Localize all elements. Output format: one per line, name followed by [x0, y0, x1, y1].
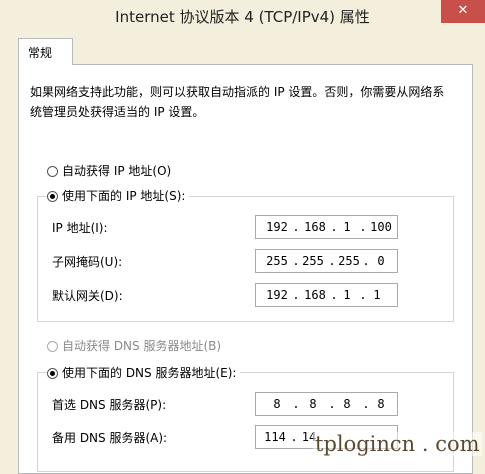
radio-manual-dns[interactable] — [47, 368, 58, 379]
radio-auto-ip-label: 自动获得 IP 地址(O) — [62, 164, 172, 178]
close-icon: ✕ — [457, 3, 469, 18]
ip-address-label: IP 地址(I): — [52, 221, 108, 235]
window-title: Internet 协议版本 4 (TCP/IPv4) 属性 — [115, 8, 370, 26]
description-text: 如果网络支持此功能，则可以获取自动指派的 IP 设置。否则，你需要从网络系统管理… — [30, 85, 445, 119]
radio-manual-ip-row[interactable]: 使用下面的 IP 地址(S): — [47, 188, 190, 204]
radio-manual-dns-row[interactable]: 使用下面的 DNS 服务器地址(E): — [47, 365, 241, 381]
default-gateway-input[interactable]: 192. 168. 1. 1 — [255, 283, 398, 307]
subnet-mask-input[interactable]: 255. 255. 255. 0 — [255, 249, 398, 273]
default-gateway-label: 默认网关(D): — [52, 289, 123, 303]
radio-manual-ip-label: 使用下面的 IP 地址(S): — [62, 189, 186, 203]
dns-group-box — [37, 372, 454, 472]
radio-auto-ip[interactable] — [47, 166, 58, 177]
radio-manual-dns-label: 使用下面的 DNS 服务器地址(E): — [62, 366, 237, 380]
preferred-dns-input[interactable]: 8. 8. 8. 8 — [255, 392, 398, 416]
close-button[interactable]: ✕ — [441, 0, 485, 23]
radio-manual-ip[interactable] — [47, 191, 58, 202]
watermark-text: tplogincn . com — [313, 432, 482, 456]
ip-address-input[interactable]: 192. 168. 1. 100 — [255, 215, 398, 239]
radio-auto-dns[interactable] — [47, 341, 58, 352]
title-bar: Internet 协议版本 4 (TCP/IPv4) 属性 ✕ — [0, 0, 485, 32]
radio-auto-ip-row[interactable]: 自动获得 IP 地址(O) — [47, 163, 171, 179]
tab-general[interactable]: 常规 — [18, 38, 73, 65]
alternate-dns-label: 备用 DNS 服务器(A): — [52, 431, 168, 445]
radio-auto-dns-row[interactable]: 自动获得 DNS 服务器地址(B) — [47, 338, 221, 354]
preferred-dns-label: 首选 DNS 服务器(P): — [52, 398, 167, 412]
subnet-mask-label: 子网掩码(U): — [52, 255, 123, 269]
radio-auto-dns-label: 自动获得 DNS 服务器地址(B) — [62, 339, 222, 353]
